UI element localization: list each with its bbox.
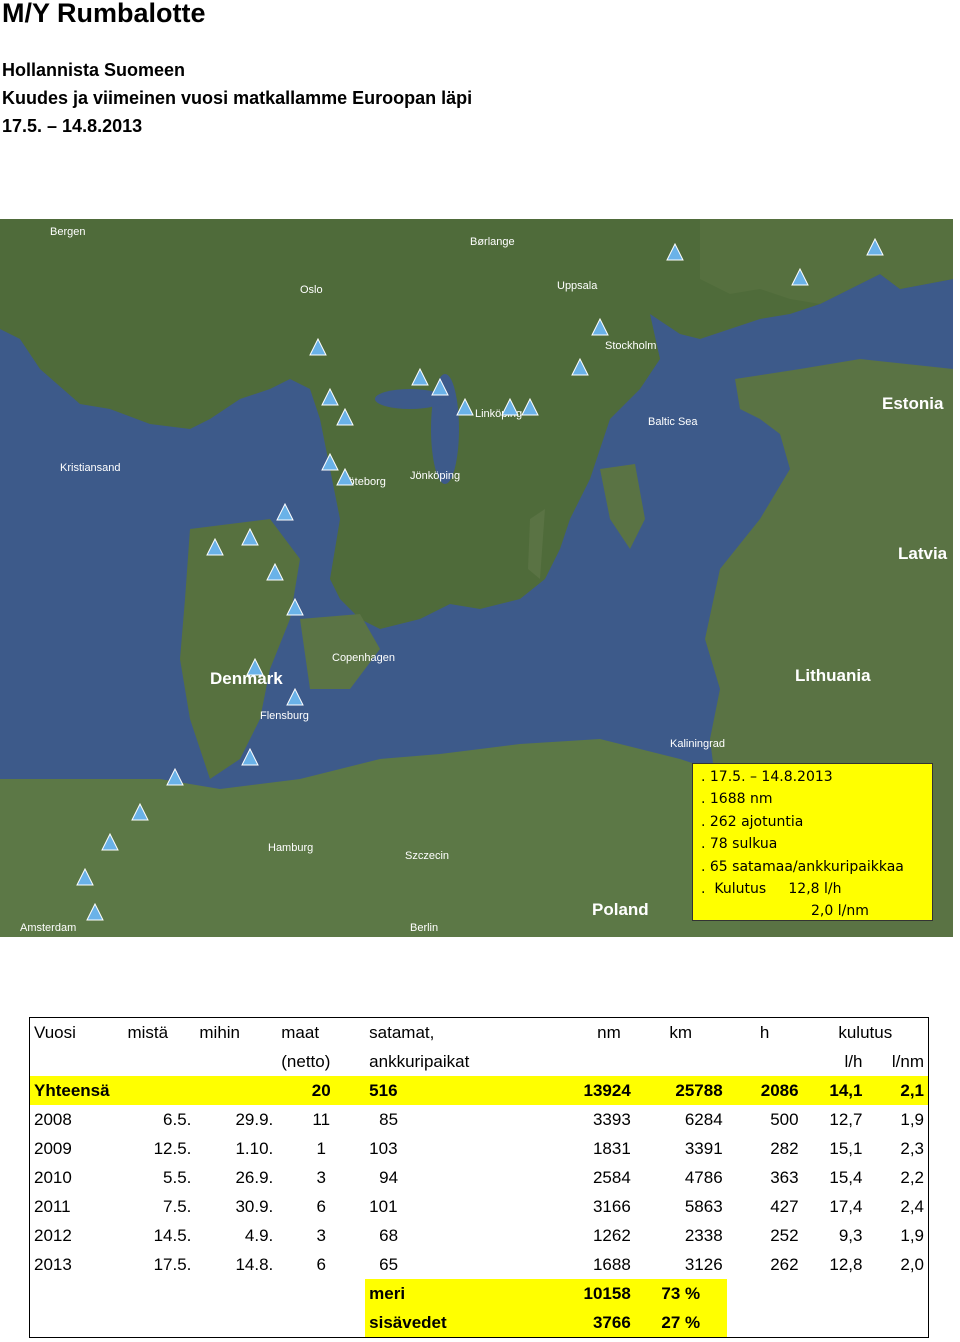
trip-summary-box: . 17.5. – 14.8.2013 . 1688 nm . 262 ajot…	[692, 763, 933, 921]
summary-line: . 65 satamaa/ankkuripaikkaa	[701, 858, 904, 875]
table-row: 2013 17.5. 14.8. 6 65 1688 3126 262 12,8 2,0	[34, 1254, 924, 1274]
subtitle: Hollannista Suomeen	[2, 60, 186, 80]
travel-stats-table: Vuosi mistä mihin maat satamat, nm km h …	[29, 1017, 929, 1338]
svg-text:Stockholm: Stockholm	[605, 340, 656, 352]
summary-line: . 78 sulkua	[701, 836, 778, 853]
svg-text:Uppsala: Uppsala	[557, 280, 598, 292]
table-row: 2009 12.5. 1.10. 1 103 1831 3391 282 15,1 2,3	[34, 1138, 924, 1158]
summary-line: . 1688 nm	[701, 791, 773, 808]
table-row: 2010 5.5. 26.9. 3 94 2584 4786 363 15,4 2,2	[34, 1167, 924, 1187]
summary-line: . Kulutus 12,8 l/h	[701, 881, 842, 898]
svg-text:Kaliningrad: Kaliningrad	[670, 738, 725, 750]
inland-share-row: sisävedet 3766 27 %	[30, 1308, 929, 1338]
date-range: 17.5. – 14.8.2013	[2, 116, 143, 136]
table-header-row: Vuosi mistä mihin maat satamat, nm km h …	[34, 1022, 893, 1042]
svg-text:Kristiansand: Kristiansand	[60, 462, 121, 474]
svg-text:Baltic Sea: Baltic Sea	[648, 416, 698, 428]
svg-text:Hamburg: Hamburg	[268, 842, 313, 854]
total-row: Yhteensä 20 516 13924 25788 2086 14,1 2,…	[29, 1076, 929, 1105]
table-row: 2011 7.5. 30.9. 6 101 3166 5863 427 17,4 2,4	[34, 1196, 924, 1216]
table-header-row: (netto) ankkuripaikat l/h l/nm	[281, 1051, 924, 1071]
svg-text:Copenhagen: Copenhagen	[332, 652, 395, 664]
svg-text:Estonia: Estonia	[882, 394, 944, 413]
summary-line: . 17.5. – 14.8.2013	[701, 769, 833, 785]
svg-text:Lithuania: Lithuania	[795, 666, 871, 685]
svg-text:Berlin: Berlin	[410, 922, 438, 934]
summary-line: . 262 ajotuntia	[701, 813, 804, 830]
svg-text:Bergen: Bergen	[50, 226, 85, 238]
table-row: 2008 6.5. 29.9. 11 85 3393 6284 500 12,7 1,9	[34, 1109, 924, 1129]
svg-text:Oslo: Oslo	[300, 284, 323, 296]
page-title: M/Y Rumbalotte	[2, 0, 206, 28]
svg-text:Poland: Poland	[592, 900, 649, 919]
svg-text:Denmark: Denmark	[210, 669, 283, 688]
svg-text:Latvia: Latvia	[898, 544, 948, 563]
subtitle-2: Kuudes ja viimeinen vuosi matkallamme Eu…	[2, 88, 473, 108]
svg-text:Amsterdam: Amsterdam	[20, 922, 76, 934]
svg-text:Szczecin: Szczecin	[405, 850, 449, 862]
svg-text:Flensburg: Flensburg	[260, 710, 309, 722]
svg-text:Børlange: Børlange	[470, 236, 515, 248]
summary-line: 2,0 l/nm	[811, 903, 869, 920]
table-row: 2012 14.5. 4.9. 3 68 1262 2338 252 9,3 1,9	[34, 1225, 924, 1245]
svg-text:Jönköping: Jönköping	[410, 470, 460, 482]
sea-share-row: meri 10158 73 %	[30, 1279, 929, 1308]
